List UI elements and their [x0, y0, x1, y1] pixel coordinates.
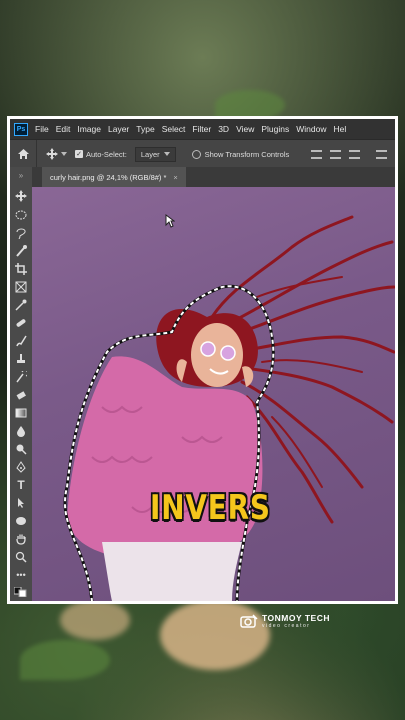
photo-artwork [63, 215, 395, 601]
history-brush-tool-icon[interactable] [13, 370, 29, 384]
chevron-down-icon [163, 152, 170, 156]
menu-view[interactable]: View [236, 124, 254, 134]
path-selection-tool-icon[interactable] [13, 496, 29, 510]
quick-selection-tool-icon[interactable] [13, 244, 29, 258]
pen-tool-icon[interactable] [13, 460, 29, 474]
eyedropper-tool-icon[interactable] [13, 298, 29, 312]
healing-brush-tool-icon[interactable] [13, 316, 29, 330]
marquee-tool-icon[interactable] [13, 208, 29, 222]
ellipse-tool-icon[interactable] [13, 514, 29, 528]
menu-type[interactable]: Type [136, 124, 154, 134]
auto-select-dropdown[interactable]: Layer [134, 146, 176, 162]
document-tab-bar: curly hair.png @ 24,1% (RGB/8#) * × [32, 167, 395, 187]
align-middle-icon[interactable] [330, 149, 341, 159]
camera-logo-icon [240, 614, 258, 628]
blurred-flower [60, 600, 130, 640]
move-icon [45, 148, 58, 160]
clone-stamp-tool-icon[interactable] [13, 352, 29, 366]
auto-select-value: Layer [140, 149, 160, 159]
glasses-left [200, 341, 216, 357]
menu-select[interactable]: Select [162, 124, 186, 134]
document-canvas[interactable] [32, 187, 395, 601]
home-icon [17, 149, 29, 159]
watermark-title: TONMOY TECH [262, 613, 330, 623]
lasso-tool-icon[interactable] [13, 226, 29, 240]
blur-tool-icon[interactable] [13, 424, 29, 438]
home-button[interactable] [10, 140, 37, 168]
move-tool-preset-button[interactable] [37, 148, 75, 160]
cursor-arrow-icon [165, 214, 175, 228]
watermark-subtitle: video creator [262, 623, 311, 629]
chevron-down-icon [60, 152, 67, 156]
show-transform-controls-toggle[interactable]: Show Transform Controls [191, 149, 290, 159]
blurred-flower [160, 600, 270, 670]
color-swatches-icon[interactable] [13, 585, 29, 599]
menu-help[interactable]: Hel [333, 124, 346, 134]
menu-image[interactable]: Image [77, 124, 101, 134]
menu-plugins[interactable]: Plugins [261, 124, 289, 134]
video-caption: INVERS [150, 488, 271, 528]
document-tab[interactable]: curly hair.png @ 24,1% (RGB/8#) * × [42, 167, 186, 187]
white-pants [102, 542, 242, 601]
options-bar: ✓ Auto-Select: Layer Show Transform Cont… [10, 139, 395, 169]
align-bottom-icon[interactable] [349, 149, 360, 159]
crop-tool-icon[interactable] [13, 262, 29, 276]
document-tab-title: curly hair.png @ 24,1% (RGB/8#) * [50, 172, 167, 182]
close-tab-icon[interactable]: × [173, 173, 177, 182]
screenshot-frame: Ps File Edit Image Layer Type Select Fil… [7, 116, 398, 604]
dodge-tool-icon[interactable] [13, 442, 29, 456]
menu-edit[interactable]: Edit [56, 124, 71, 134]
type-tool-icon[interactable]: T [13, 478, 29, 492]
move-tool-icon[interactable] [13, 189, 29, 203]
photoshop-window: Ps File Edit Image Layer Type Select Fil… [10, 119, 395, 601]
frame-tool-icon[interactable] [13, 280, 29, 294]
transform-controls-radio [191, 149, 201, 159]
align-buttons [311, 149, 387, 159]
align-top-icon[interactable] [311, 149, 322, 159]
blurred-leaf [20, 640, 110, 680]
auto-select-checkbox[interactable]: ✓ [75, 150, 83, 158]
menu-window[interactable]: Window [296, 124, 326, 134]
photoshop-logo-icon: Ps [14, 122, 28, 136]
distribute-icon[interactable] [376, 149, 387, 159]
glasses-right [220, 345, 236, 361]
brush-tool-icon[interactable] [13, 334, 29, 348]
hand-tool-icon[interactable] [13, 532, 29, 546]
auto-select-label: Auto-Select: [86, 149, 127, 159]
menu-filter[interactable]: Filter [192, 124, 211, 134]
eraser-tool-icon[interactable] [13, 388, 29, 402]
gradient-tool-icon[interactable] [13, 406, 29, 420]
menu-file[interactable]: File [35, 124, 49, 134]
transform-controls-label: Show Transform Controls [204, 149, 290, 159]
watermark: TONMOY TECH video creator [240, 613, 330, 629]
tools-panel: » T ••• [10, 167, 33, 601]
zoom-tool-icon[interactable] [13, 550, 29, 564]
menu-bar: Ps File Edit Image Layer Type Select Fil… [10, 119, 395, 139]
menu-3d[interactable]: 3D [218, 124, 229, 134]
more-tools-icon[interactable]: ••• [13, 568, 29, 582]
collapse-panel-icon[interactable]: » [13, 171, 29, 180]
menu-layer[interactable]: Layer [108, 124, 129, 134]
